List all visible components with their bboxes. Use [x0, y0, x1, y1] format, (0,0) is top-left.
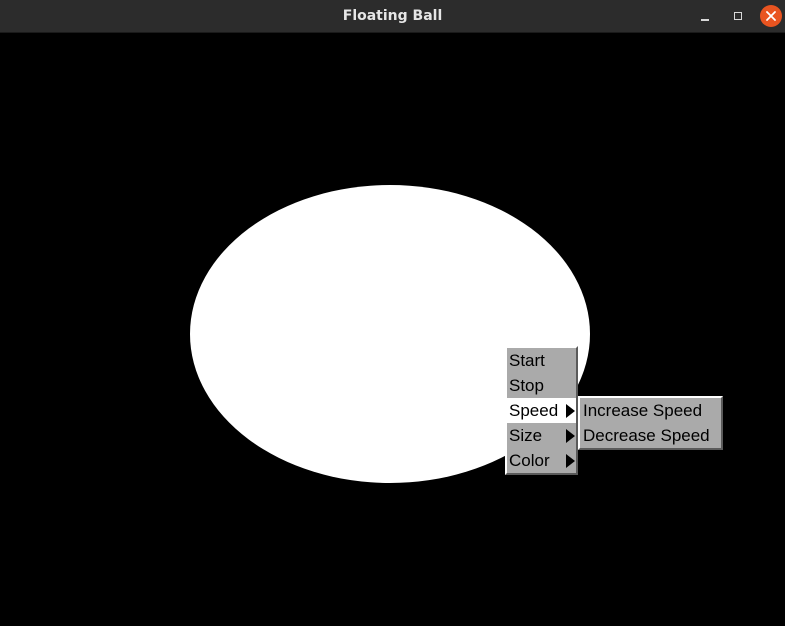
menu-item-label: Stop — [509, 376, 544, 395]
menu-item-stop[interactable]: Stop — [507, 373, 576, 398]
menu-item-label: Color — [509, 451, 550, 470]
title-bar[interactable]: Floating Ball — [0, 0, 785, 33]
submenu-item-decrease-speed[interactable]: Decrease Speed — [580, 423, 721, 448]
menu-item-label: Speed — [509, 401, 559, 420]
menu-item-label: Size — [509, 426, 543, 445]
menu-item-start[interactable]: Start — [507, 348, 576, 373]
maximize-icon — [734, 12, 742, 20]
submenu-arrow-icon — [566, 404, 575, 418]
menu-item-color[interactable]: Color — [507, 448, 576, 473]
minimize-button[interactable] — [694, 5, 716, 27]
app-window: Floating Ball Start Stop Speed Size Colo… — [0, 0, 785, 626]
menu-item-label: Start — [509, 351, 545, 370]
context-menu: Start Stop Speed Size Color — [505, 346, 578, 475]
window-title: Floating Ball — [342, 8, 443, 24]
maximize-button[interactable] — [727, 5, 749, 27]
minimize-icon — [701, 19, 709, 21]
submenu-item-increase-speed[interactable]: Increase Speed — [580, 398, 721, 423]
close-button[interactable] — [760, 5, 782, 27]
menu-item-size[interactable]: Size — [507, 423, 576, 448]
menu-item-speed[interactable]: Speed — [507, 398, 576, 423]
submenu-arrow-icon — [566, 429, 575, 443]
submenu-arrow-icon — [566, 454, 575, 468]
submenu-item-label: Decrease Speed — [583, 426, 710, 445]
submenu-item-label: Increase Speed — [583, 401, 703, 420]
close-icon — [766, 11, 776, 21]
speed-submenu: Increase Speed Decrease Speed — [578, 396, 723, 450]
drawing-canvas[interactable] — [0, 33, 785, 626]
